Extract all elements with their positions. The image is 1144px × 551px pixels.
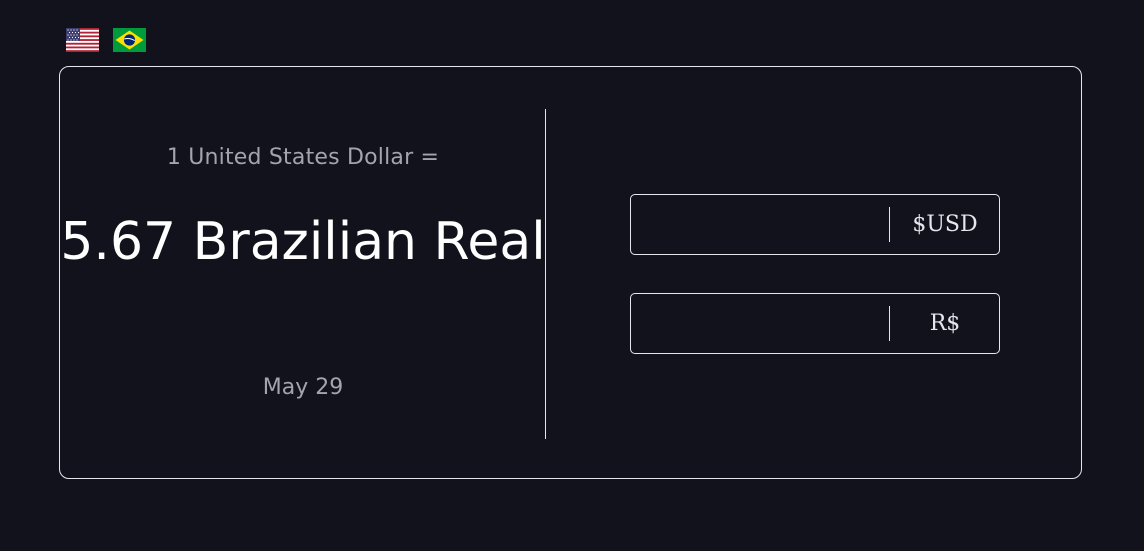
rate-panel: 1 United States Dollar = 5.67 Brazilian … — [60, 67, 546, 478]
us-flag-icon[interactable] — [66, 28, 99, 52]
panel-divider — [545, 109, 546, 439]
rate-value: 5.67 Brazilian Real — [60, 212, 546, 272]
rate-base-label: 1 United States Dollar = — [166, 145, 440, 170]
flag-selector — [66, 28, 146, 52]
brl-unit-label: R$ — [929, 311, 961, 336]
usd-amount-field: $USD — [630, 194, 1000, 255]
usd-unit-label: $USD — [912, 212, 978, 237]
usd-amount-input[interactable] — [631, 195, 889, 254]
rate-date: May 29 — [262, 375, 344, 400]
brl-amount-input[interactable] — [631, 294, 889, 353]
converter-card: 1 United States Dollar = 5.67 Brazilian … — [59, 66, 1082, 479]
brazil-flag-icon[interactable] — [113, 28, 146, 52]
brl-amount-field: R$ — [630, 293, 1000, 354]
currency-converter-page: 1 United States Dollar = 5.67 Brazilian … — [0, 0, 1144, 551]
